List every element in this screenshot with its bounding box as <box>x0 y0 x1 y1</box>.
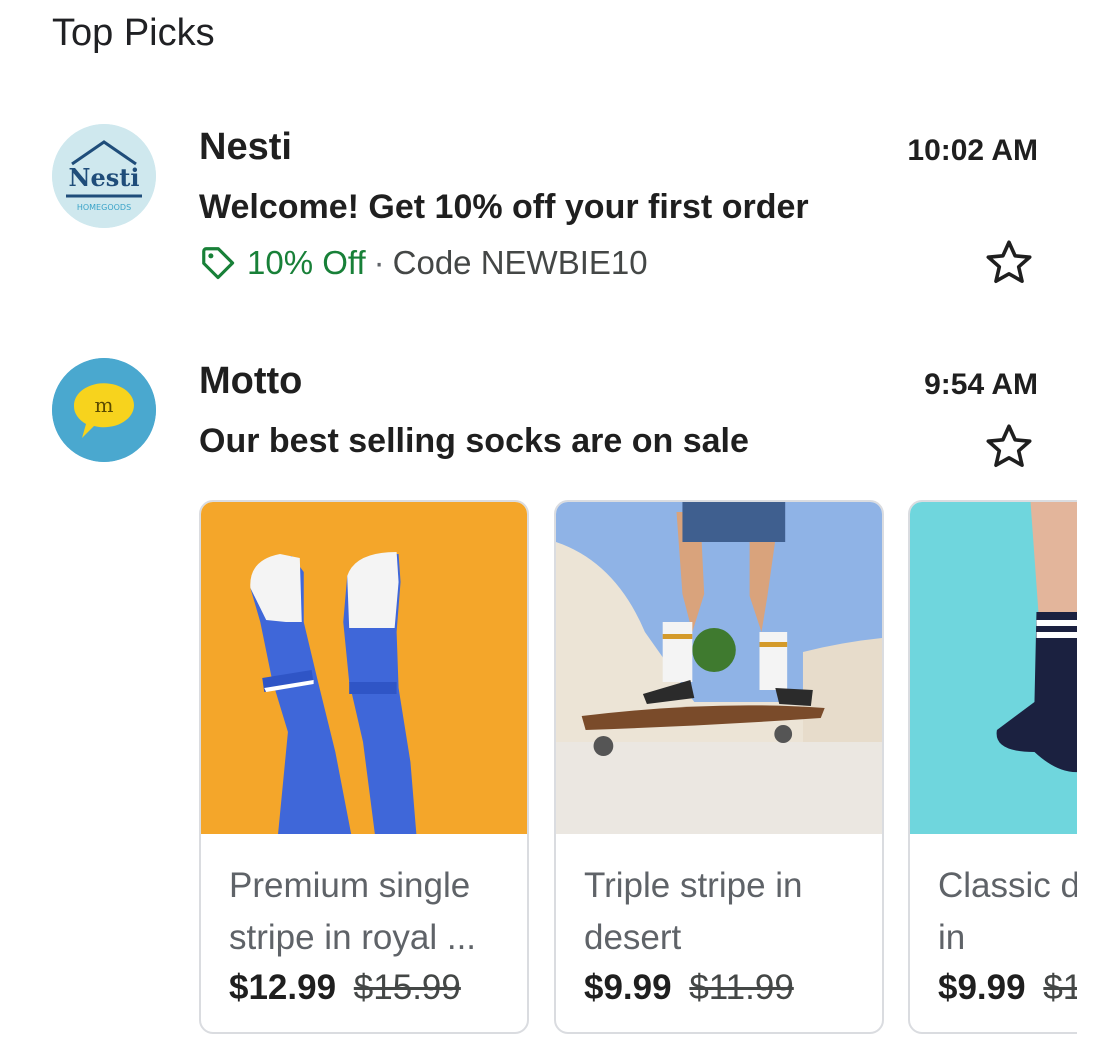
offer-label: 10% Off <box>247 244 366 281</box>
sender-name: Nesti <box>199 126 292 168</box>
product-card[interactable]: Classic d stripe in $9.99 $1 <box>908 500 1077 1034</box>
product-card[interactable]: Premium single stripe in royal ... $12.9… <box>199 500 529 1034</box>
product-info: Premium single stripe in royal ... $12.9… <box>201 834 527 1032</box>
nesti-logo-icon: Nesti HOMEGOODS <box>52 124 156 228</box>
price-row: $12.99 $15.99 <box>229 968 499 1008</box>
original-price: $15.99 <box>353 968 461 1007</box>
tag-icon <box>202 247 235 280</box>
price-row: $9.99 $1 <box>938 968 1077 1008</box>
email-subject: Our best selling socks are on sale <box>199 422 749 460</box>
svg-text:Nesti: Nesti <box>69 163 140 192</box>
email-time: 9:54 AM <box>924 368 1038 401</box>
promo-line: 10% Off · Code NEWBIE10 <box>199 244 648 282</box>
svg-text:m: m <box>95 393 114 417</box>
svg-text:HOMEGOODS: HOMEGOODS <box>77 203 131 212</box>
star-outline-icon[interactable] <box>982 420 1036 474</box>
email-subject: Welcome! Get 10% off your first order <box>199 188 809 226</box>
product-image <box>910 502 1077 834</box>
separator: · <box>373 244 385 281</box>
product-image <box>556 502 882 834</box>
product-info: Triple stripe in desert $9.99 $11.99 <box>556 834 882 1032</box>
email-time: 10:02 AM <box>907 134 1038 167</box>
product-title: Premium single stripe in royal ... <box>229 866 477 957</box>
star-outline-icon[interactable] <box>982 236 1036 290</box>
original-price: $11.99 <box>689 968 794 1007</box>
product-info: Classic d stripe in $9.99 $1 <box>910 834 1077 1032</box>
sale-price: $9.99 <box>584 968 672 1007</box>
sender-name: Motto <box>199 360 303 402</box>
sender-avatar-motto: m <box>52 358 156 462</box>
product-carousel[interactable]: Premium single stripe in royal ... $12.9… <box>199 500 1077 1040</box>
promo-code: Code NEWBIE10 <box>392 244 648 281</box>
sender-avatar-nesti: Nesti HOMEGOODS <box>52 124 156 228</box>
top-picks-page: Top Picks Nesti HOMEGOODS Nesti 10:02 AM… <box>0 0 1120 1046</box>
motto-logo-icon: m <box>52 358 156 462</box>
sale-price: $9.99 <box>938 968 1026 1007</box>
original-price: $1 <box>1043 968 1077 1007</box>
product-card[interactable]: Triple stripe in desert $9.99 $11.99 <box>554 500 884 1034</box>
product-title: Classic d stripe in <box>938 866 1077 957</box>
product-image <box>201 502 527 834</box>
section-title: Top Picks <box>52 12 215 54</box>
product-title: Triple stripe in desert <box>584 866 803 957</box>
sale-price: $12.99 <box>229 968 337 1007</box>
price-row: $9.99 $11.99 <box>584 968 854 1008</box>
